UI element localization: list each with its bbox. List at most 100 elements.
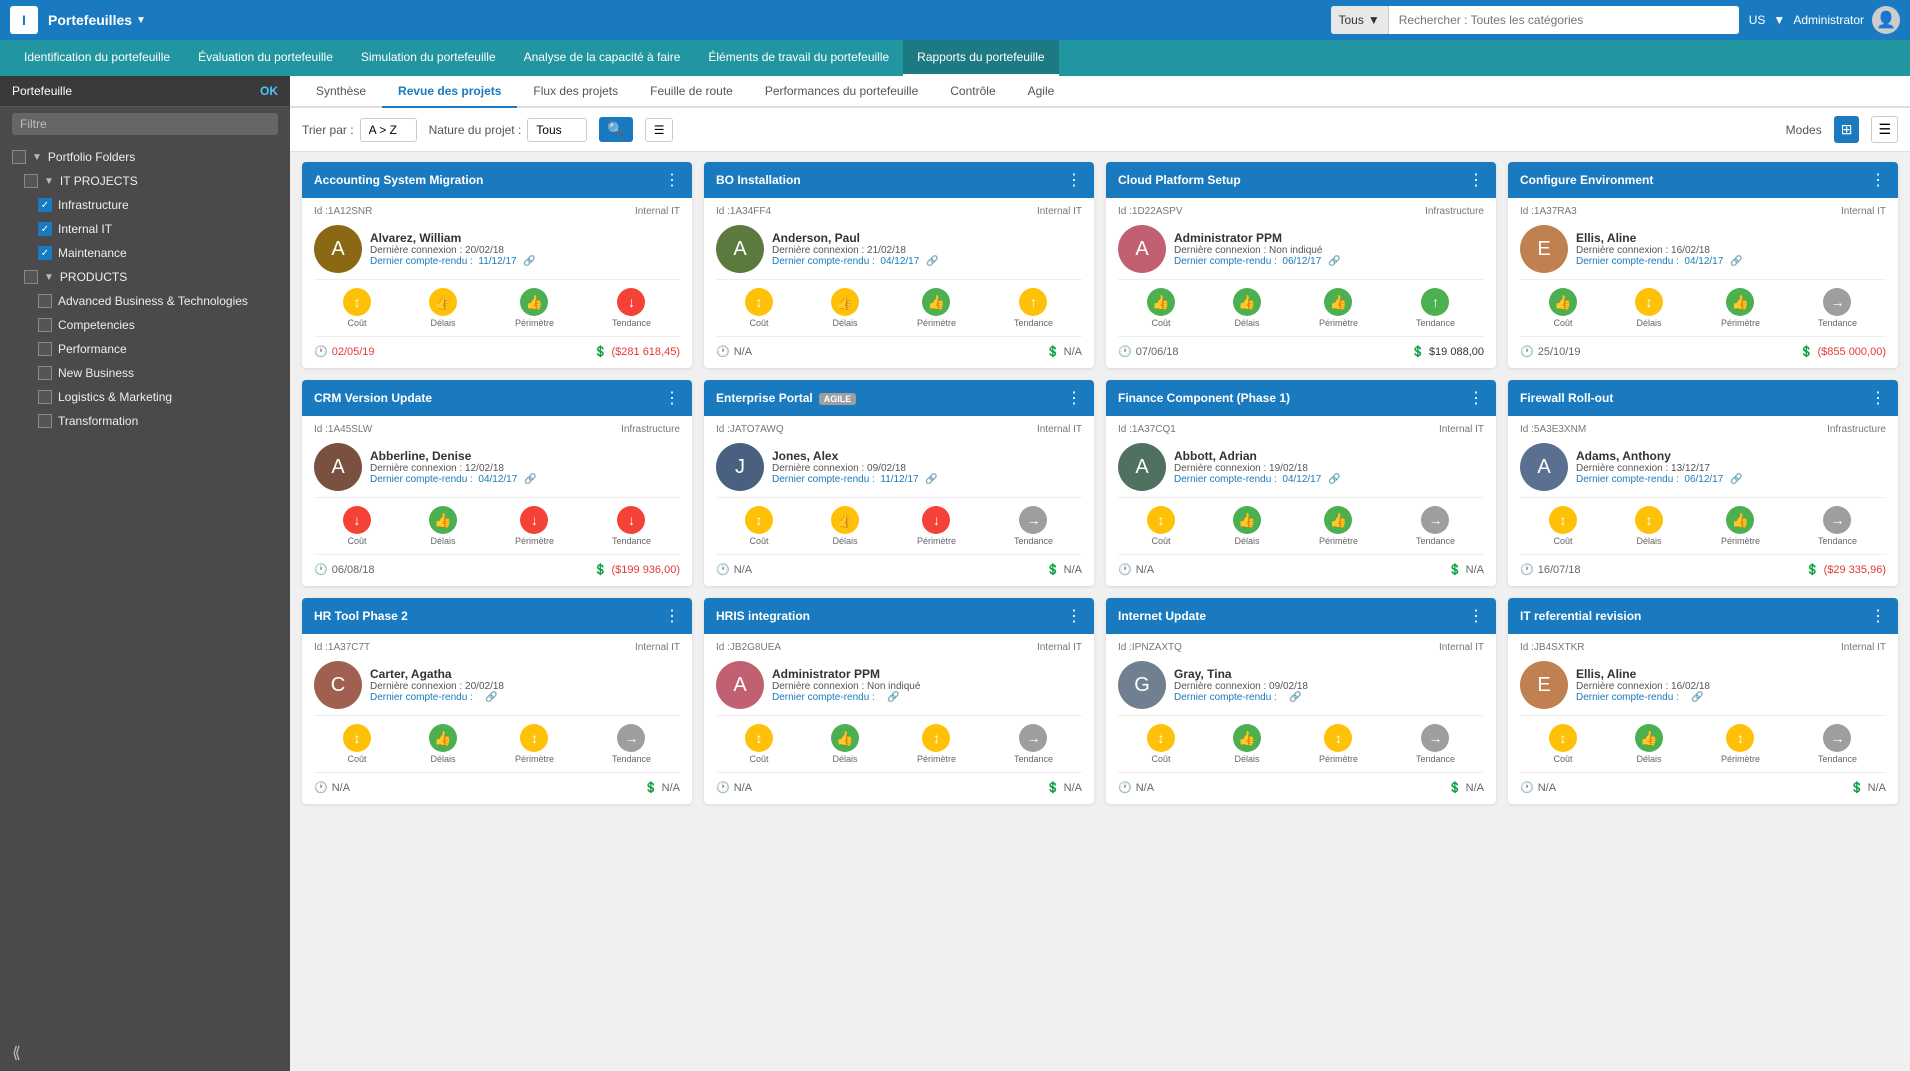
second-nav-item[interactable]: Analyse de la capacité à faire xyxy=(510,40,695,76)
second-nav-item[interactable]: Simulation du portefeuille xyxy=(347,40,510,76)
user-avatar[interactable]: 👤 xyxy=(1872,6,1900,34)
person-last-report[interactable]: Dernier compte-rendu : 🔗 xyxy=(772,692,1082,703)
tab-synthèse[interactable]: Synthèse xyxy=(300,76,382,108)
second-nav-item[interactable]: Éléments de travail du portefeuille xyxy=(694,40,903,76)
search-input[interactable] xyxy=(1389,6,1739,34)
card-body: Id :1A34FF4Internal ITAAnderson, PaulDer… xyxy=(704,198,1094,368)
clock-icon: 🕐 xyxy=(1520,345,1534,358)
checkbox[interactable] xyxy=(38,366,52,380)
tab-flux-des-projets[interactable]: Flux des projets xyxy=(517,76,634,108)
search-button[interactable]: 🔍 xyxy=(599,117,632,142)
tree-item[interactable]: Logistics & Marketing xyxy=(0,385,290,409)
person-last-report[interactable]: Dernier compte-rendu : 🔗 xyxy=(1174,692,1484,703)
tree-item[interactable]: Maintenance xyxy=(0,241,290,265)
checkbox[interactable] xyxy=(38,414,52,428)
tree-item[interactable]: Competencies xyxy=(0,313,290,337)
cards-grid: Accounting System Migration⋮Id :1A12SNRI… xyxy=(302,162,1898,804)
sidebar-collapse-button[interactable]: ⟪ xyxy=(12,1045,21,1062)
indicator-item: ↕Périmètre xyxy=(1721,724,1760,764)
card-menu-button[interactable]: ⋮ xyxy=(1870,388,1886,408)
card-title[interactable]: Accounting System Migration xyxy=(314,173,664,187)
second-nav-item[interactable]: Identification du portefeuille xyxy=(10,40,184,76)
person-last-report[interactable]: Dernier compte-rendu : 06/12/17 🔗 xyxy=(1174,256,1484,267)
card-title[interactable]: HRIS integration xyxy=(716,609,1066,623)
card-menu-button[interactable]: ⋮ xyxy=(664,170,680,190)
card-title[interactable]: IT referential revision xyxy=(1520,609,1870,623)
card-menu-button[interactable]: ⋮ xyxy=(1468,170,1484,190)
person-last-report[interactable]: Dernier compte-rendu : 06/12/17 🔗 xyxy=(1576,474,1886,485)
card-title[interactable]: Enterprise PortalAGILE xyxy=(716,391,1066,405)
card-menu-button[interactable]: ⋮ xyxy=(664,388,680,408)
tree-item[interactable]: New Business xyxy=(0,361,290,385)
list-view-button[interactable]: ☰ xyxy=(1871,116,1898,143)
checkbox[interactable] xyxy=(24,174,38,188)
sidebar-filter-input[interactable] xyxy=(12,113,278,135)
card-menu-button[interactable]: ⋮ xyxy=(1870,606,1886,626)
person-name: Adams, Anthony xyxy=(1576,449,1886,463)
card-title[interactable]: Firewall Roll-out xyxy=(1520,391,1870,405)
tree-item[interactable]: Transformation xyxy=(0,409,290,433)
card-title[interactable]: Internet Update xyxy=(1118,609,1468,623)
card-title[interactable]: CRM Version Update xyxy=(314,391,664,405)
tree-item[interactable]: Infrastructure xyxy=(0,193,290,217)
card-menu-button[interactable]: ⋮ xyxy=(664,606,680,626)
card-header: Firewall Roll-out⋮ xyxy=(1508,380,1898,416)
search-category-selector[interactable]: Tous ▼ xyxy=(1331,6,1389,34)
checkbox[interactable] xyxy=(38,198,52,212)
tab-agile[interactable]: Agile xyxy=(1012,76,1071,108)
card-menu-button[interactable]: ⋮ xyxy=(1468,388,1484,408)
person-last-report[interactable]: Dernier compte-rendu : 11/12/17 🔗 xyxy=(772,474,1082,485)
checkbox[interactable] xyxy=(38,390,52,404)
report-link-icon: 🔗 xyxy=(1328,256,1340,267)
card-menu-button[interactable]: ⋮ xyxy=(1468,606,1484,626)
tab-feuille-de-route[interactable]: Feuille de route xyxy=(634,76,749,108)
filter-button[interactable]: ☰ xyxy=(645,118,674,142)
card-menu-button[interactable]: ⋮ xyxy=(1066,170,1082,190)
person-last-report[interactable]: Dernier compte-rendu : 11/12/17 🔗 xyxy=(370,256,680,267)
checkbox[interactable] xyxy=(38,318,52,332)
checkbox[interactable] xyxy=(24,270,38,284)
user-region[interactable]: US xyxy=(1749,13,1766,27)
card-menu-button[interactable]: ⋮ xyxy=(1066,606,1082,626)
person-last-report[interactable]: Dernier compte-rendu : 🔗 xyxy=(1576,692,1886,703)
card-title[interactable]: Cloud Platform Setup xyxy=(1118,173,1468,187)
person-last-report[interactable]: Dernier compte-rendu : 04/12/17 🔗 xyxy=(1174,474,1484,485)
card-title[interactable]: Configure Environment xyxy=(1520,173,1870,187)
checkbox[interactable] xyxy=(12,150,26,164)
person-avatar: A xyxy=(314,443,362,491)
second-nav-item[interactable]: Rapports du portefeuille xyxy=(903,40,1058,76)
checkbox[interactable] xyxy=(38,294,52,308)
tree-item[interactable]: Advanced Business & Technologies xyxy=(0,289,290,313)
checkbox[interactable] xyxy=(38,246,52,260)
tree-item[interactable]: ▼IT PROJECTS xyxy=(0,169,290,193)
sidebar-ok-button[interactable]: OK xyxy=(260,84,278,98)
checkbox[interactable] xyxy=(38,342,52,356)
tree-item[interactable]: ▼PRODUCTS xyxy=(0,265,290,289)
person-last-report[interactable]: Dernier compte-rendu : 04/12/17 🔗 xyxy=(370,474,680,485)
tab-performances-du-portefeuille[interactable]: Performances du portefeuille xyxy=(749,76,934,108)
grid-view-button[interactable]: ⊞ xyxy=(1834,116,1860,143)
card-menu-button[interactable]: ⋮ xyxy=(1066,388,1082,408)
person-last-report[interactable]: Dernier compte-rendu : 🔗 xyxy=(370,692,680,703)
tree-item[interactable]: ▼Portfolio Folders xyxy=(0,145,290,169)
person-last-report[interactable]: Dernier compte-rendu : 04/12/17 🔗 xyxy=(772,256,1082,267)
sort-select[interactable]: A > ZZ > ADatePriorité xyxy=(360,118,417,142)
money-icon: 💲 xyxy=(594,345,608,358)
card-footer: 🕐 25/10/19💲 ($855 000,00) xyxy=(1520,343,1886,360)
app-title[interactable]: Portefeuilles ▼ xyxy=(48,12,146,28)
second-nav-item[interactable]: Évaluation du portefeuille xyxy=(184,40,347,76)
card-title[interactable]: Finance Component (Phase 1) xyxy=(1118,391,1468,405)
card-body: Id :1A12SNRInternal ITAAlvarez, WilliamD… xyxy=(302,198,692,368)
indicator-icon: 👍 xyxy=(520,288,548,316)
checkbox[interactable] xyxy=(38,222,52,236)
tab-revue-des-projets[interactable]: Revue des projets xyxy=(382,76,517,108)
indicator-icon: 👍 xyxy=(1233,288,1261,316)
card-menu-button[interactable]: ⋮ xyxy=(1870,170,1886,190)
person-last-report[interactable]: Dernier compte-rendu : 04/12/17 🔗 xyxy=(1576,256,1886,267)
card-title[interactable]: HR Tool Phase 2 xyxy=(314,609,664,623)
tab-contrôle[interactable]: Contrôle xyxy=(934,76,1011,108)
card-title[interactable]: BO Installation xyxy=(716,173,1066,187)
nature-select[interactable]: TousInterneExterne xyxy=(527,118,587,142)
tree-item[interactable]: Internal IT xyxy=(0,217,290,241)
tree-item[interactable]: Performance xyxy=(0,337,290,361)
